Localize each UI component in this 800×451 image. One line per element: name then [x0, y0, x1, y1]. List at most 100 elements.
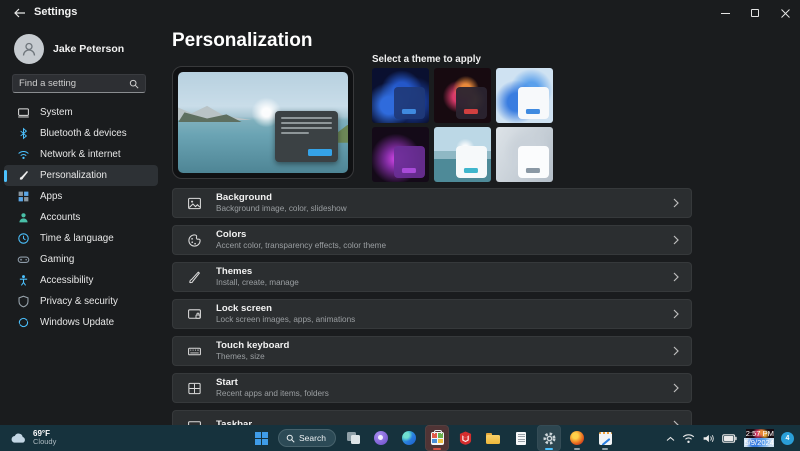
row-background[interactable]: Background Background image, color, slid…	[172, 188, 692, 218]
gear-icon	[543, 432, 555, 444]
wifi-icon[interactable]	[682, 433, 695, 444]
row-start[interactable]: Start Recent apps and items, folders	[172, 373, 692, 403]
clock[interactable]: 2:57 PM 5/9/2024	[744, 428, 774, 448]
sidebar-item-accessibility[interactable]: Accessibility	[4, 270, 158, 291]
start-button[interactable]	[250, 426, 272, 450]
sidebar-item-bluetooth-devices[interactable]: Bluetooth & devices	[4, 123, 158, 144]
row-themes[interactable]: Themes Install, create, manage	[172, 262, 692, 292]
theme-thumbnail-windows-light-bloom[interactable]	[496, 68, 553, 123]
sidebar-item-windows-update[interactable]: Windows Update	[4, 312, 158, 333]
cloud-icon	[11, 433, 25, 443]
desktop-screen: Settings Jake Peterson Find a setting Sy…	[0, 0, 800, 451]
row-lock-screen[interactable]: Lock screen Lock screen images, apps, an…	[172, 299, 692, 329]
row-title: Lock screen	[216, 302, 272, 314]
row-title: Start	[216, 376, 238, 388]
notification-badge[interactable]: 4	[781, 431, 794, 445]
tray-date: 5/9/2024	[744, 438, 774, 448]
volume-icon[interactable]	[702, 433, 715, 444]
background-icon	[188, 197, 201, 209]
file-explorer-icon	[486, 432, 500, 444]
tray-time: 2:57 PM	[745, 428, 774, 438]
accessibility-icon	[16, 274, 30, 288]
sidebar-item-accounts[interactable]: Accounts	[4, 207, 158, 228]
firefox-button[interactable]	[566, 426, 588, 450]
theme-preview-device	[172, 66, 354, 179]
theme-thumbnail-windows-dark-bloom[interactable]	[372, 68, 429, 123]
task-view-button[interactable]	[342, 426, 364, 450]
time-language-icon	[16, 232, 30, 246]
sidebar-item-label: Windows Update	[40, 317, 115, 328]
theme-grid	[372, 68, 553, 182]
notepad-button[interactable]	[510, 426, 532, 450]
row-subtitle: Recent apps and items, folders	[216, 388, 329, 398]
taskbar-search-label: Search	[299, 433, 326, 443]
weather-widget[interactable]: 69°F Cloudy	[10, 427, 56, 449]
window-controls	[710, 0, 800, 26]
sidebar-item-gaming[interactable]: Gaming	[4, 249, 158, 270]
bluetooth-icon	[16, 127, 30, 141]
chevron-right-icon	[673, 383, 679, 393]
user-name: Jake Peterson	[53, 43, 125, 55]
sidebar-item-time-language[interactable]: Time & language	[4, 228, 158, 249]
chevron-up-icon	[667, 436, 675, 441]
back-button[interactable]	[10, 4, 30, 22]
search-input[interactable]	[19, 78, 129, 89]
file-explorer-button[interactable]	[482, 426, 504, 450]
chevron-right-icon	[673, 272, 679, 282]
sidebar-item-network-internet[interactable]: Network & internet	[4, 144, 158, 165]
tray-overflow-button[interactable]	[666, 435, 675, 444]
row-touch-keyboard[interactable]: Touch keyboard Themes, size	[172, 336, 692, 366]
sidebar-item-personalization[interactable]: Personalization	[4, 165, 158, 186]
battery-icon[interactable]	[722, 433, 738, 443]
close-icon	[780, 8, 790, 18]
maximize-button[interactable]	[740, 0, 770, 26]
chevron-right-icon	[673, 198, 679, 208]
taskbar-search[interactable]: Search	[278, 429, 336, 447]
system-tray: 2:57 PM 5/9/2024 4	[666, 425, 794, 451]
sidebar-item-system[interactable]: System	[4, 102, 158, 123]
setup-assistant-button[interactable]	[594, 426, 616, 450]
sidebar-item-label: Network & internet	[40, 149, 121, 160]
open-app-indicator	[602, 448, 608, 450]
accounts-icon	[16, 211, 30, 225]
theme-thumbnail-beach-light[interactable]	[434, 127, 491, 182]
open-app-indicator	[433, 448, 441, 450]
user-account[interactable]: Jake Peterson	[14, 34, 124, 64]
preview-accent-button	[307, 148, 332, 156]
theme-picker-label: Select a theme to apply	[372, 54, 481, 65]
microsoft-store-button[interactable]	[425, 425, 449, 451]
chevron-right-icon	[673, 346, 679, 356]
network-icon	[16, 148, 30, 162]
gaming-icon	[16, 253, 30, 267]
sidebar-item-label: Personalization	[40, 170, 107, 181]
open-app-indicator	[574, 448, 580, 450]
privacy-icon	[16, 295, 30, 309]
chat-button[interactable]	[370, 426, 392, 450]
weather-condition: Cloudy	[33, 437, 57, 447]
sidebar-item-privacy-security[interactable]: Privacy & security	[4, 291, 158, 312]
theme-thumbnail-gray-swirl[interactable]	[496, 127, 553, 182]
sidebar-item-apps[interactable]: Apps	[4, 186, 158, 207]
row-subtitle: Accent color, transparency effects, colo…	[216, 240, 387, 250]
setup-assistant-icon	[598, 431, 612, 445]
close-button[interactable]	[770, 0, 800, 26]
settings-search[interactable]	[12, 74, 146, 93]
taskbar-icon	[188, 420, 201, 425]
edge-button[interactable]	[398, 426, 420, 450]
search-icon	[129, 79, 139, 89]
minimize-button[interactable]	[710, 0, 740, 26]
mcafee-button[interactable]	[454, 426, 476, 450]
row-taskbar[interactable]: Taskbar	[172, 410, 692, 425]
theme-thumbnail-purple-glow[interactable]	[372, 127, 429, 182]
row-colors[interactable]: Colors Accent color, transparency effect…	[172, 225, 692, 255]
sidebar-item-label: Privacy & security	[40, 296, 118, 307]
row-title: Touch keyboard	[216, 339, 290, 351]
row-title: Themes	[216, 265, 253, 277]
theme-thumbnail-flower-dark[interactable]	[434, 68, 491, 123]
avatar	[14, 34, 44, 64]
taskbar-apps: Search	[250, 425, 616, 451]
chevron-right-icon	[673, 235, 679, 245]
search-icon	[286, 434, 295, 443]
notepad-icon	[516, 431, 526, 445]
settings-app-button[interactable]	[537, 425, 561, 451]
